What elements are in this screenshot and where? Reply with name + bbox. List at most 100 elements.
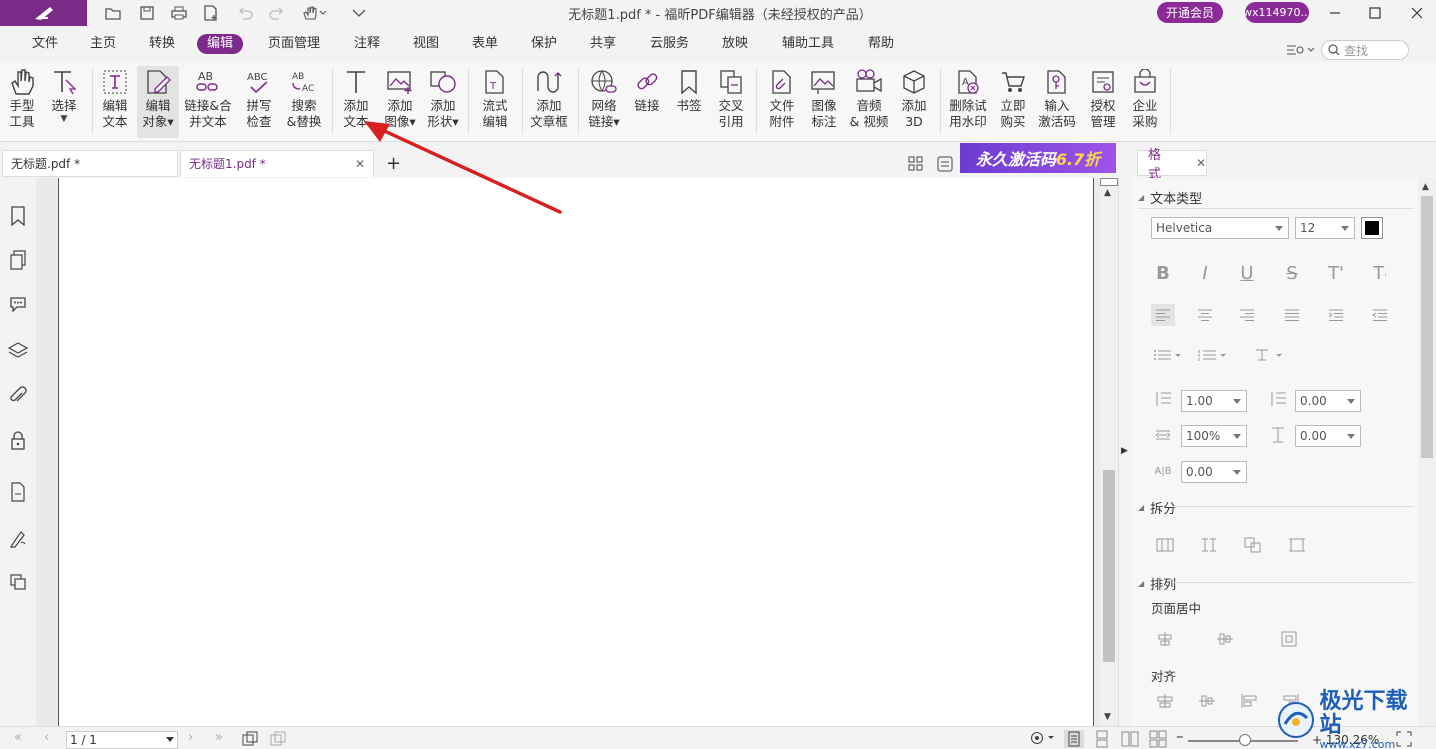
scroll-down-icon[interactable]: ▼: [1104, 712, 1111, 722]
file-attachment-button[interactable]: 文件 附件: [762, 66, 802, 138]
zoom-slider-handle[interactable]: [1239, 734, 1251, 746]
display-mode-icon[interactable]: [1286, 41, 1316, 59]
font-family-select[interactable]: Helvetica: [1151, 217, 1289, 239]
scroll-up-icon[interactable]: ▲: [1104, 188, 1111, 198]
indent-decrease-icon[interactable]: [1368, 304, 1392, 326]
audio-video-button[interactable]: 音频 & 视频: [847, 66, 891, 138]
baseline-icon[interactable]: A|B: [1151, 460, 1175, 482]
text-direction-icon[interactable]: [1252, 344, 1286, 366]
add-3d-button[interactable]: 添加 3D: [894, 66, 934, 138]
menu-form[interactable]: 表单: [472, 34, 498, 54]
line-spacing-select[interactable]: 1.00: [1181, 390, 1247, 412]
subscript-icon[interactable]: T,: [1368, 262, 1392, 284]
superscript-icon[interactable]: T': [1324, 262, 1348, 284]
maximize-icon[interactable]: [1352, 0, 1398, 26]
pages-panel-icon[interactable]: [8, 250, 28, 270]
comments-panel-icon[interactable]: [8, 294, 28, 314]
vip-button[interactable]: 开通会员: [1157, 2, 1223, 23]
right-panel-toggle[interactable]: ▶: [1118, 178, 1132, 726]
menu-home[interactable]: 主页: [90, 34, 116, 54]
app-logo[interactable]: [0, 0, 87, 26]
form-panel-icon[interactable]: [8, 482, 28, 502]
arrange-section[interactable]: ◢ 排列: [1138, 574, 1176, 593]
font-size-select[interactable]: 12: [1295, 217, 1355, 239]
italic-icon[interactable]: I: [1193, 262, 1217, 284]
save-icon[interactable]: [136, 3, 158, 23]
menu-view[interactable]: 视图: [413, 34, 439, 54]
security-panel-icon[interactable]: [8, 430, 28, 450]
page-number-input[interactable]: 1 / 1: [66, 731, 178, 749]
split-rows-icon[interactable]: [1197, 534, 1221, 556]
edit-object-button[interactable]: 编辑 对象▾: [137, 66, 179, 138]
menu-convert[interactable]: 转换: [149, 34, 175, 54]
activation-code-button[interactable]: 输入 激活码: [1034, 66, 1080, 138]
tab-format[interactable]: 格式 ✕: [1137, 148, 1207, 182]
menu-edit[interactable]: 编辑: [197, 34, 244, 54]
scroll-up-icon[interactable]: ▲: [1422, 182, 1429, 192]
menu-tools[interactable]: 辅助工具: [782, 34, 834, 54]
bookmark-button[interactable]: 书签: [671, 66, 707, 138]
last-page-icon[interactable]: »: [215, 730, 223, 745]
insert-page-icon[interactable]: [270, 731, 286, 747]
collapse-right-icon[interactable]: ▶: [1121, 446, 1128, 456]
split-frame-icon[interactable]: [1285, 534, 1309, 556]
compare-panel-icon[interactable]: [8, 572, 28, 592]
remove-watermark-button[interactable]: A 删除试 用水印: [945, 66, 991, 138]
redo-icon[interactable]: [266, 3, 288, 23]
align-objects-middle-icon[interactable]: [1195, 690, 1219, 712]
pdf-page[interactable]: [58, 178, 1094, 726]
scroll-top-grip[interactable]: [1100, 178, 1118, 186]
char-scale-icon[interactable]: [1151, 424, 1175, 446]
link-button[interactable]: 链接: [628, 66, 666, 138]
grid-view-icon[interactable]: [908, 156, 924, 172]
menu-page-manage[interactable]: 页面管理: [268, 34, 320, 54]
align-left-icon[interactable]: [1151, 304, 1175, 326]
spell-check-button[interactable]: ABC 拼写 检查: [240, 66, 278, 138]
close-panel-icon[interactable]: ✕: [1196, 156, 1206, 170]
menu-help[interactable]: 帮助: [868, 34, 894, 54]
customize-dropdown-icon[interactable]: [348, 3, 370, 23]
split-section[interactable]: ◢ 拆分: [1138, 498, 1176, 517]
indent-increase-icon[interactable]: [1324, 304, 1348, 326]
promo-banner[interactable]: 永久激活码 6.7折: [960, 143, 1116, 173]
prev-page-icon[interactable]: ‹: [44, 730, 49, 745]
baseline-select[interactable]: 0.00: [1181, 461, 1247, 483]
char-spacing-select[interactable]: 0.00: [1295, 425, 1361, 447]
menu-present[interactable]: 放映: [722, 34, 748, 54]
print-icon[interactable]: [168, 3, 190, 23]
image-annotation-button[interactable]: 图像 标注: [804, 66, 844, 138]
center-both-icon[interactable]: [1277, 628, 1301, 650]
bookmark-panel-icon[interactable]: [8, 206, 28, 226]
buy-now-button[interactable]: 立即 购买: [995, 66, 1031, 138]
signature-panel-icon[interactable]: [8, 528, 28, 548]
scrollbar-thumb[interactable]: [1103, 470, 1115, 662]
paragraph-spacing-select[interactable]: 0.00: [1295, 390, 1361, 412]
menu-file[interactable]: 文件: [32, 34, 58, 54]
underline-icon[interactable]: U: [1235, 262, 1259, 284]
char-spacing-icon[interactable]: [1266, 424, 1290, 446]
line-spacing-icon[interactable]: [1151, 388, 1175, 410]
view-mode-icon[interactable]: [1030, 731, 1056, 745]
strikethrough-icon[interactable]: S: [1280, 262, 1304, 284]
menu-comment[interactable]: 注释: [354, 34, 380, 54]
undo-icon[interactable]: [234, 3, 256, 23]
zoom-out-icon[interactable]: –: [1176, 727, 1184, 745]
layers-panel-icon[interactable]: [8, 340, 28, 360]
paragraph-spacing-icon[interactable]: [1266, 388, 1290, 410]
bold-icon[interactable]: B: [1151, 262, 1175, 284]
cross-reference-button[interactable]: 交叉 引用: [712, 66, 750, 138]
tab-untitled-1[interactable]: 无标题1.pdf * ✕: [180, 150, 374, 177]
continuous-view-icon[interactable]: [1092, 730, 1112, 748]
tab-untitled[interactable]: 无标题.pdf *: [2, 150, 178, 177]
single-page-view-icon[interactable]: [1064, 730, 1084, 748]
align-center-icon[interactable]: [1193, 304, 1217, 326]
license-manage-button[interactable]: 授权 管理: [1084, 66, 1122, 138]
attachments-panel-icon[interactable]: [8, 386, 28, 406]
edit-text-button[interactable]: 编辑 文本: [96, 66, 134, 138]
align-objects-left-icon[interactable]: [1153, 690, 1177, 712]
bullet-list-icon[interactable]: [1151, 344, 1185, 366]
new-doc-icon[interactable]: [200, 3, 222, 23]
text-type-section[interactable]: ◢ 文本类型: [1138, 188, 1202, 207]
center-vertical-icon[interactable]: [1213, 628, 1237, 650]
search-replace-button[interactable]: AB AC 搜索 &替换: [282, 66, 326, 138]
